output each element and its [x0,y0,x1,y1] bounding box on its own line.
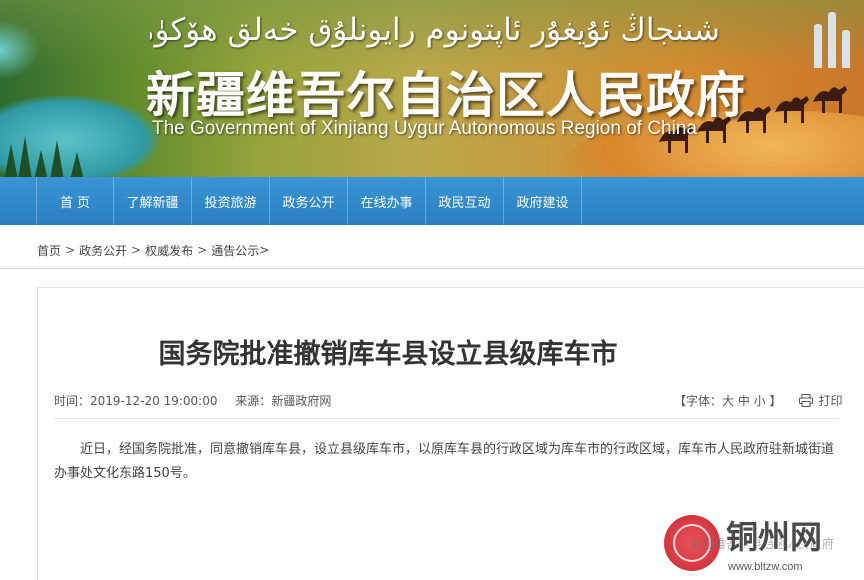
breadcrumb-announcements[interactable]: 通告公示 [211,242,259,259]
time-label: 时间： [54,394,91,408]
breadcrumb-separator: > [197,243,208,257]
banner-uyghur-title: شىنجاڭ ئۇيغۇر ئاپتونوم رايونلۇق خەلق ھۆك… [150,12,720,48]
source-value: 新疆政府网 [271,394,332,408]
breadcrumb-government-affairs[interactable]: 政务公开 [79,242,127,259]
banner-english-title: The Government of Xinjiang Uygur Autonom… [152,118,697,139]
breadcrumb-home[interactable]: 首页 [37,242,61,259]
breadcrumb-trailing-separator: > [259,243,270,257]
breadcrumb: 首页 > 政务公开 > 权威发布 > 通告公示 > [37,240,269,260]
nav-item-interaction[interactable]: 政民互动 [426,177,504,225]
site-banner: شىنجاڭ ئۇيغۇر ئاپتونوم رايونلۇق خەلق ھۆك… [0,0,864,177]
breadcrumb-authoritative-release[interactable]: 权威发布 [145,242,193,259]
breadcrumb-separator: > [131,243,142,257]
watermark-brand: 铜州网 [726,518,823,556]
banner-trees [0,130,120,177]
banner-chinese-title: 新疆维吾尔自治区人民政府 [146,67,747,124]
meta-divider [54,418,839,419]
main-nav: 首 页 了解新疆 投资旅游 政务公开 在线办事 政民互动 政府建设 [0,177,864,225]
printer-icon [799,394,814,407]
font-size-switcher[interactable]: 【字体：大 中 小 】 [674,392,781,409]
article-title: 国务院批准撤销库车县设立县级库车市 [158,339,618,370]
article-meta: 时间：2019-12-20 19:00:00 来源：新疆政府网 [54,392,345,409]
breadcrumb-divider [0,268,864,269]
article-body: 近日，经国务院批准，同意撤销库车县，设立县级库车市，以原库车县的行政区域为库车市… [54,442,835,481]
source-label: 来源： [235,394,272,408]
nav-item-online-services[interactable]: 在线办事 [348,177,426,225]
breadcrumb-separator: > [65,243,76,257]
nav-item-government-building[interactable]: 政府建设 [504,177,582,225]
banner-towers [810,8,864,68]
time-value: 2019-12-20 19:00:00 [90,394,218,408]
nav-item-home[interactable]: 首 页 [36,177,114,225]
nav-item-investment-tourism[interactable]: 投资旅游 [192,177,270,225]
article-tools: 【字体：大 中 小 】 打印 [674,392,842,409]
article-source: 来源：新疆政府网 [235,394,331,408]
nav-item-government-affairs[interactable]: 政务公开 [270,177,348,225]
print-label: 打印 [818,394,843,408]
nav-item-about-xinjiang[interactable]: 了解新疆 [114,177,192,225]
watermark-url: www.bltzw.com [728,561,803,573]
print-button[interactable]: 打印 [799,392,842,409]
article-time: 时间：2019-12-20 19:00:00 [54,394,217,408]
